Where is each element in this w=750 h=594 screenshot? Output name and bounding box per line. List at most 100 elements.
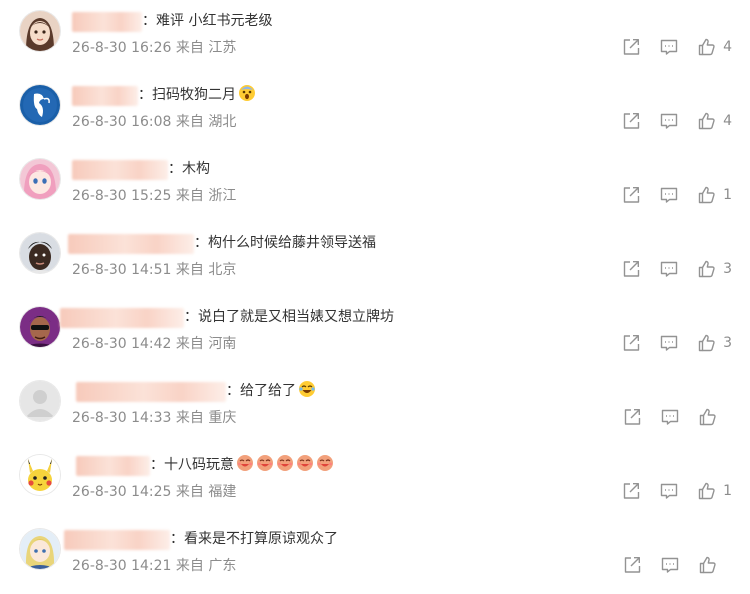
comment-button[interactable] bbox=[659, 481, 679, 501]
timestamp: 26-8-30 14:21 bbox=[72, 558, 172, 574]
comment-actions: 3 bbox=[603, 332, 732, 354]
location: 来自 湖北 bbox=[175, 114, 237, 130]
timestamp: 26-8-30 16:26 bbox=[72, 40, 172, 56]
comment-button[interactable] bbox=[659, 185, 679, 205]
like-button[interactable]: 3 bbox=[697, 333, 732, 353]
comment-item: ：说白了就是又相当婊又想立牌坊 26-8-30 14:42 来自 河南 3 bbox=[0, 296, 750, 370]
thumbs-up-icon bbox=[698, 186, 715, 204]
comment-meta: 26-8-30 14:21 来自 广东 bbox=[72, 555, 236, 575]
laugh-cry-emoji bbox=[298, 380, 316, 405]
like-button[interactable]: 4 bbox=[697, 37, 732, 57]
comment-text: ：构什么时候给藤井领导送福 bbox=[194, 235, 376, 251]
like-button[interactable] bbox=[698, 407, 732, 427]
like-button[interactable]: 4 bbox=[697, 111, 732, 131]
username-redacted[interactable] bbox=[60, 308, 184, 328]
comment-actions: 4 bbox=[603, 110, 732, 132]
comment-actions: 1 bbox=[603, 184, 732, 206]
shy-face-emoji bbox=[276, 454, 294, 479]
timestamp: 26-8-30 14:25 bbox=[72, 484, 172, 500]
username-redacted[interactable] bbox=[72, 160, 168, 180]
scream-emoji bbox=[238, 84, 256, 109]
comment-actions: 4 bbox=[603, 36, 732, 58]
comment-icon bbox=[660, 187, 678, 203]
avatar[interactable] bbox=[20, 381, 60, 421]
comment-text: ：扫码牧狗二月 bbox=[138, 84, 256, 109]
share-button[interactable] bbox=[621, 37, 641, 57]
username-redacted[interactable] bbox=[64, 530, 170, 550]
avatar[interactable] bbox=[20, 11, 60, 51]
username-redacted[interactable] bbox=[76, 382, 226, 402]
username-redacted[interactable] bbox=[76, 456, 150, 476]
comment-actions: 1 bbox=[603, 480, 732, 502]
comment-item: ：构什么时候给藤井领导送福 26-8-30 14:51 来自 北京 3 bbox=[0, 222, 750, 296]
comment-button[interactable] bbox=[659, 111, 679, 131]
share-button[interactable] bbox=[621, 333, 641, 353]
shy-face-emoji bbox=[296, 454, 314, 479]
comment-item: ：木构 26-8-30 15:25 来自 浙江 1 bbox=[0, 148, 750, 222]
username-redacted[interactable] bbox=[68, 234, 194, 254]
share-icon bbox=[624, 557, 641, 573]
avatar[interactable] bbox=[20, 233, 60, 273]
avatar[interactable] bbox=[20, 529, 60, 569]
like-count: 4 bbox=[723, 113, 732, 129]
comment-meta: 26-8-30 15:25 来自 浙江 bbox=[72, 185, 236, 205]
location: 来自 福建 bbox=[175, 484, 237, 500]
comment-meta: 26-8-30 14:25 来自 福建 bbox=[72, 481, 236, 501]
avatar[interactable] bbox=[20, 307, 60, 347]
like-button[interactable]: 1 bbox=[697, 185, 732, 205]
comment-meta: 26-8-30 16:26 来自 江苏 bbox=[72, 37, 236, 57]
like-count: 3 bbox=[723, 335, 732, 351]
location: 来自 江苏 bbox=[175, 40, 237, 56]
share-button[interactable] bbox=[622, 407, 642, 427]
thumbs-up-icon bbox=[698, 38, 715, 56]
location: 来自 浙江 bbox=[175, 188, 237, 204]
avatar[interactable] bbox=[20, 455, 60, 495]
comment-icon bbox=[660, 335, 678, 351]
username-redacted[interactable] bbox=[72, 86, 138, 106]
comment-meta: 26-8-30 14:51 来自 北京 bbox=[72, 259, 236, 279]
share-icon bbox=[623, 335, 640, 351]
avatar[interactable] bbox=[20, 85, 60, 125]
share-icon bbox=[623, 483, 640, 499]
comment-button[interactable] bbox=[659, 333, 679, 353]
comment-item: ：扫码牧狗二月 26-8-30 16:08 来自 湖北 4 bbox=[0, 74, 750, 148]
username-redacted[interactable] bbox=[72, 12, 142, 32]
comment-text: ：难评 小红书元老级 bbox=[142, 13, 273, 29]
share-button[interactable] bbox=[621, 185, 641, 205]
share-button[interactable] bbox=[621, 111, 641, 131]
comment-actions: 3 bbox=[603, 258, 732, 280]
comment-item: ：看来是不打算原谅观众了 26-8-30 14:21 来自 广东 bbox=[0, 518, 750, 592]
like-count: 1 bbox=[723, 187, 732, 203]
comment-icon bbox=[661, 557, 679, 573]
thumbs-up-icon bbox=[699, 556, 716, 574]
share-icon bbox=[623, 261, 640, 277]
comment-icon bbox=[661, 409, 679, 425]
timestamp: 26-8-30 15:25 bbox=[72, 188, 172, 204]
comment-text: ：看来是不打算原谅观众了 bbox=[170, 531, 338, 547]
share-button[interactable] bbox=[621, 259, 641, 279]
comment-button[interactable] bbox=[660, 407, 680, 427]
comment-text: ：说白了就是又相当婊又想立牌坊 bbox=[184, 309, 394, 325]
share-icon bbox=[623, 39, 640, 55]
thumbs-up-icon bbox=[699, 408, 716, 426]
share-button[interactable] bbox=[622, 555, 642, 575]
share-icon bbox=[624, 409, 641, 425]
comment-item: ：给了给了 26-8-30 14:33 来自 重庆 bbox=[0, 370, 750, 444]
timestamp: 26-8-30 14:33 bbox=[72, 410, 172, 426]
like-button[interactable]: 3 bbox=[697, 259, 732, 279]
comment-button[interactable] bbox=[660, 555, 680, 575]
comment-icon bbox=[660, 483, 678, 499]
comment-button[interactable] bbox=[659, 37, 679, 57]
share-icon bbox=[623, 113, 640, 129]
comment-icon bbox=[660, 261, 678, 277]
like-button[interactable]: 1 bbox=[697, 481, 732, 501]
like-button[interactable] bbox=[698, 555, 732, 575]
location: 来自 广东 bbox=[175, 558, 237, 574]
location: 来自 河南 bbox=[175, 336, 237, 352]
thumbs-up-icon bbox=[698, 260, 715, 278]
comment-button[interactable] bbox=[659, 259, 679, 279]
location: 来自 北京 bbox=[175, 262, 237, 278]
avatar[interactable] bbox=[20, 159, 60, 199]
share-button[interactable] bbox=[621, 481, 641, 501]
like-count: 3 bbox=[723, 261, 732, 277]
